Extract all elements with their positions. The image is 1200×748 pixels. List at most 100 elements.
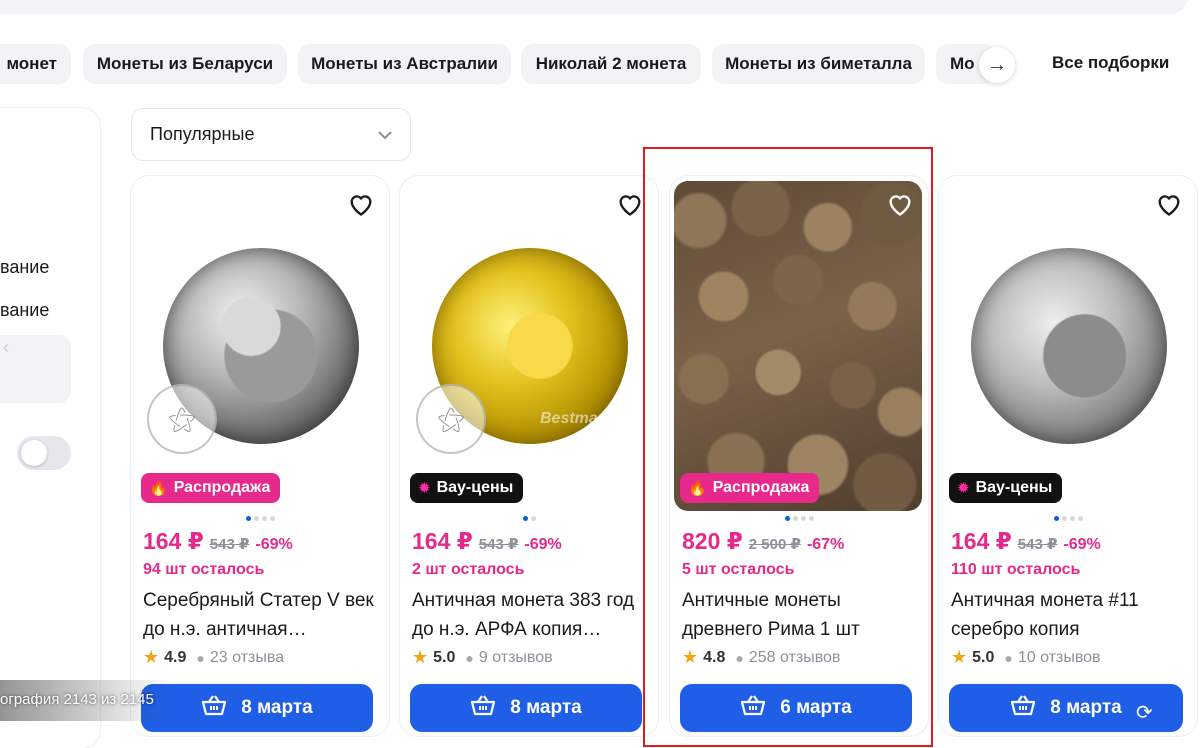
filter-option-2[interactable]: вание [0,300,49,321]
price: 164 ₽ [951,528,1012,554]
heart-icon[interactable] [886,190,914,218]
chip-label: Мо [950,54,975,73]
rotate-icon[interactable]: ⟳ [1136,700,1153,725]
fire-icon: 🔥 [149,480,168,497]
chip-label: Монеты из Австралии [311,54,498,73]
product-card[interactable]: 🔥 Распродажа 820 ₽ 2 500 ₽ -67% 5 шт оста… [670,176,928,736]
wow-price-badge: ✹ Вау-цены [949,473,1063,503]
silver-coin-image [971,248,1167,444]
rating-value: 4.8 [703,648,726,666]
top-search-bar-edge [0,0,1188,14]
product-card[interactable]: ⚝ 🔥 Распродажа 164 ₽ 543 ₽ -69% 94 шт ост… [131,176,389,736]
price: 164 ₽ [143,528,204,554]
chips-next-button[interactable]: → [979,47,1015,83]
chip-label: Монеты из биметалла [725,54,912,73]
comment-bubble-icon: ● [465,649,474,666]
badge-label: Вау-цены [436,479,514,496]
delivery-date: 8 марта [510,697,582,718]
add-to-cart-button[interactable]: 8 марта [410,684,642,732]
heart-icon[interactable] [1155,190,1183,218]
sparkle-icon: ✹ [957,480,970,497]
filter-toggle[interactable] [17,436,71,470]
delivery-date: 8 марта [241,697,313,718]
add-to-cart-button[interactable]: 6 марта [680,684,912,732]
reviews-count: 258 отзывов [748,648,841,666]
product-title[interactable]: Серебряный Статер V век до н.э. античная… [143,586,379,644]
all-collections-link[interactable]: Все подборки [1052,53,1169,73]
chip-collection-2[interactable]: Монеты из Австралии [298,44,511,84]
watermark-logo-icon: ⚝ [416,384,486,454]
reviews-count: 10 отзывов [1017,648,1101,666]
star-icon: ★ [682,647,699,667]
sale-badge: 🔥 Распродажа [680,473,820,503]
delivery-date: 6 марта [780,697,852,718]
delivery-date: 8 марта [1050,697,1122,718]
heart-icon[interactable] [347,190,375,218]
product-title[interactable]: Античная монета 383 год до н.э. АРФА коп… [412,586,648,644]
rating-value: 5.0 [972,648,995,666]
star-icon: ★ [951,647,968,667]
stock-remaining: 5 шт осталось [682,561,795,578]
chip-collection-0[interactable]: монет [0,44,71,84]
rating-row[interactable]: ★ 4.8 ● 258 отзывов [682,647,840,668]
product-title[interactable]: Античные монеты древнего Рима 1 шт [682,586,918,644]
rating-value: 5.0 [433,648,456,666]
discount: -67% [806,536,845,553]
heart-icon[interactable] [616,190,644,218]
chip-collection-4[interactable]: Монеты из биметалла [712,44,925,84]
product-image[interactable] [949,184,1187,514]
add-to-cart-button[interactable]: 8 марта [141,684,373,732]
sort-label: Популярные [150,124,255,144]
price-row: 164 ₽ 543 ₽ -69% [143,528,293,555]
badge-label: Распродажа [712,479,810,496]
comment-bubble-icon: ● [735,649,744,666]
watermark-text: Bestmani.ru [540,410,633,427]
product-image[interactable] [674,181,922,511]
badge-label: Вау-цены [975,479,1053,496]
sort-select[interactable]: Популярные [131,108,411,161]
chip-collection-3[interactable]: Николай 2 монета [521,44,701,84]
badge-label: Распродажа [173,479,271,496]
sale-badge: 🔥 Распродажа [141,473,281,503]
viewer-caption: ография 2143 из 2145 [0,691,154,708]
reviews-count: 9 отзывов [478,648,553,666]
product-title[interactable]: Античная монета #11 серебро копия [951,586,1187,644]
filter-option-1[interactable]: вание [0,257,49,278]
price: 164 ₽ [412,528,473,554]
rating-row[interactable]: ★ 5.0 ● 9 отзывов [412,647,553,668]
basket-icon [470,694,496,722]
chip-collection-1[interactable]: Монеты из Беларуси [83,44,287,84]
coin-pile-image [674,181,922,511]
rating-row[interactable]: ★ 5.0 ● 10 отзывов [951,647,1101,668]
fire-icon: 🔥 [688,480,707,497]
product-image[interactable]: ⚝ [141,184,379,514]
chevron-left-icon[interactable]: ‹ [3,337,9,358]
chip-label: Монеты из Беларуси [96,54,274,73]
product-card[interactable]: ⚝ Bestmani.ru ✹ Вау-цены 164 ₽ 543 ₽ -69%… [400,176,658,736]
basket-icon [740,694,766,722]
old-price: 543 ₽ [478,536,519,553]
rating-row[interactable]: ★ 4.9 ● 23 отзыва [143,647,284,668]
chip-label: монет [6,54,57,73]
star-icon: ★ [412,647,429,667]
basket-icon [201,694,227,722]
old-price: 543 ₽ [1017,536,1058,553]
rating-value: 4.9 [164,648,187,666]
basket-icon [1010,694,1036,722]
discount: -69% [255,536,293,553]
image-carousel-dots [670,516,928,521]
filter-input-field[interactable] [0,335,71,403]
price-row: 820 ₽ 2 500 ₽ -67% [682,528,844,555]
price-row: 164 ₽ 543 ₽ -69% [951,528,1101,555]
filter-panel [0,108,100,748]
price-row: 164 ₽ 543 ₽ -69% [412,528,562,555]
comment-bubble-icon: ● [196,649,205,666]
reviews-count: 23 отзыва [209,648,285,666]
chevron-down-icon [378,127,392,143]
discount: -69% [1063,536,1101,553]
arrow-right-icon: → [987,53,1007,76]
product-card[interactable]: ✹ Вау-цены 164 ₽ 543 ₽ -69% 110 шт остало… [939,176,1197,736]
price: 820 ₽ [682,528,743,554]
old-price: 2 500 ₽ [748,536,801,553]
product-image[interactable]: ⚝ Bestmani.ru [410,184,648,514]
